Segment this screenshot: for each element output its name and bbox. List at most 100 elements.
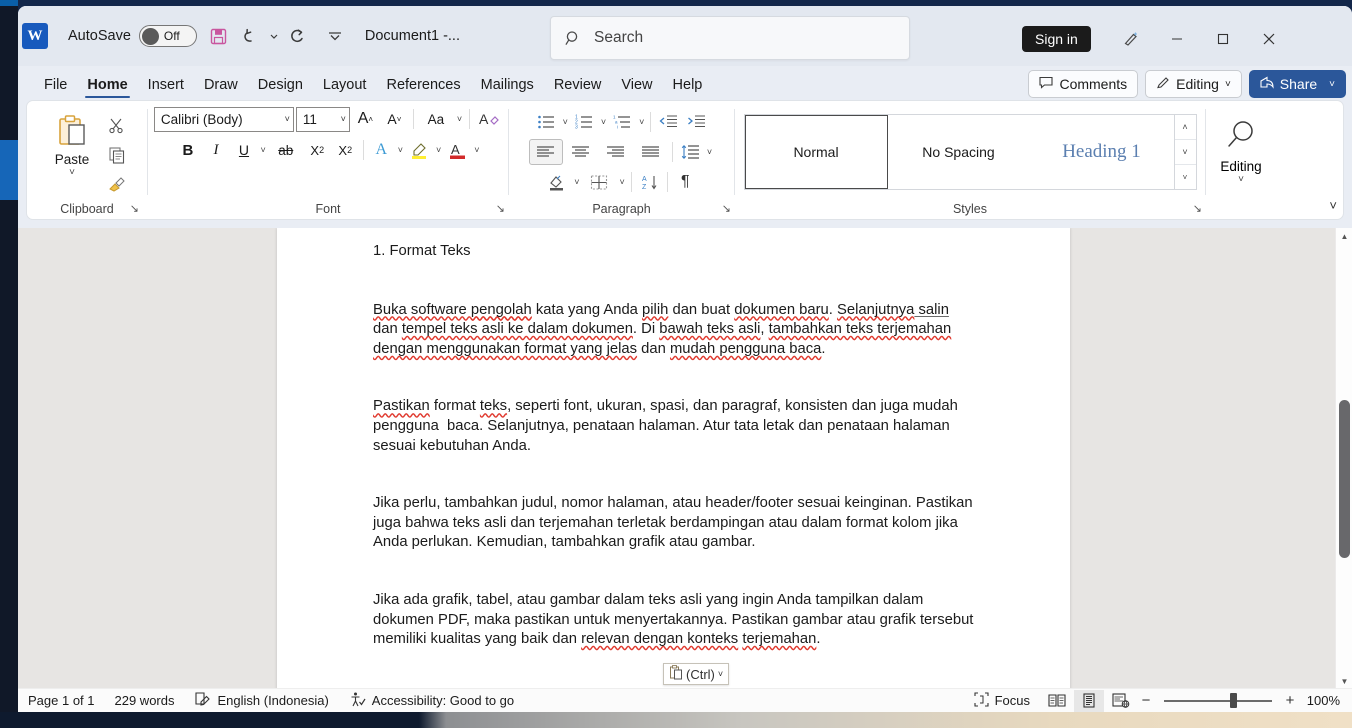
- tab-layout[interactable]: Layout: [313, 74, 377, 100]
- paste-button[interactable]: Paste ˅: [44, 110, 100, 196]
- editing-button[interactable]: Editing ˅: [1209, 106, 1273, 185]
- shrink-font-icon[interactable]: A ˅: [381, 106, 408, 132]
- undo-dropdown-caret-icon[interactable]: [267, 20, 281, 52]
- multilevel-chevron-down-icon[interactable]: ˅: [637, 117, 646, 127]
- font-name-input[interactable]: Calibri (Body) ˅: [153, 106, 294, 132]
- font-color-chevron-down-icon[interactable]: ˅: [472, 145, 481, 155]
- undo-icon[interactable]: [235, 20, 267, 52]
- word-count[interactable]: 229 words: [105, 689, 185, 712]
- align-left-icon[interactable]: [528, 139, 563, 165]
- web-layout-icon[interactable]: [1106, 690, 1136, 712]
- text-effects-icon[interactable]: A: [368, 137, 395, 163]
- line-spacing-chevron-down-icon[interactable]: ˅: [705, 147, 714, 157]
- zoom-slider[interactable]: [1164, 693, 1272, 709]
- bullets-chevron-down-icon[interactable]: ˅: [561, 117, 570, 127]
- redo-icon[interactable]: [281, 20, 313, 52]
- cut-scissors-icon[interactable]: [104, 114, 130, 138]
- tab-insert[interactable]: Insert: [138, 74, 194, 100]
- tab-references[interactable]: References: [376, 74, 470, 100]
- styles-more-icon[interactable]: ˅: [1175, 165, 1196, 189]
- underline-chevron-down-icon[interactable]: ˅: [258, 145, 267, 155]
- numbering-chevron-down-icon[interactable]: ˅: [599, 117, 608, 127]
- paste-options-button[interactable]: (Ctrl) ˅: [663, 663, 730, 685]
- copy-icon[interactable]: [104, 143, 130, 167]
- autosave-toggle[interactable]: Off: [138, 25, 197, 47]
- text-effects-chevron-down-icon[interactable]: ˅: [396, 145, 405, 155]
- close-icon[interactable]: [1246, 20, 1292, 58]
- align-center-icon[interactable]: [564, 139, 598, 165]
- proofing-status[interactable]: English (Indonesia): [184, 689, 338, 712]
- change-case-chevron-down-icon[interactable]: ˅: [455, 114, 464, 124]
- style-normal[interactable]: Normal: [744, 115, 888, 189]
- borders-chevron-down-icon[interactable]: ˅: [618, 177, 627, 187]
- decrease-indent-icon[interactable]: [655, 109, 682, 135]
- bold-button[interactable]: B: [174, 137, 201, 163]
- zoom-slider-thumb[interactable]: [1230, 693, 1237, 708]
- minimize-icon[interactable]: [1154, 20, 1200, 58]
- editing-mode-button[interactable]: Editing ˅: [1145, 70, 1242, 98]
- share-button[interactable]: Share ˅: [1248, 70, 1346, 98]
- tab-home[interactable]: Home: [77, 74, 137, 100]
- zoom-in-button[interactable]: +: [1282, 692, 1298, 709]
- styles-scroll-down-icon[interactable]: ˅: [1174, 140, 1196, 165]
- zoom-out-button[interactable]: −: [1138, 692, 1154, 709]
- font-dialog-launcher[interactable]: ↘: [496, 202, 505, 215]
- align-right-icon[interactable]: [599, 139, 633, 165]
- tab-view[interactable]: View: [611, 74, 662, 100]
- paragraph-dialog-launcher[interactable]: ↘: [722, 202, 731, 215]
- tab-mailings[interactable]: Mailings: [471, 74, 544, 100]
- pilcrow-icon[interactable]: ¶: [672, 169, 699, 195]
- collapse-ribbon-icon[interactable]: ˅: [1329, 198, 1337, 213]
- justify-icon[interactable]: [634, 139, 668, 165]
- zoom-level-label[interactable]: 100%: [1300, 693, 1340, 708]
- customize-quick-access-icon[interactable]: [319, 20, 351, 52]
- change-case-icon[interactable]: Aa: [419, 106, 453, 132]
- subscript-button[interactable]: X2: [304, 137, 331, 163]
- shading-icon[interactable]: [544, 169, 571, 195]
- search-input[interactable]: Search: [550, 16, 910, 60]
- print-layout-icon[interactable]: [1074, 689, 1104, 712]
- font-size-input[interactable]: 11 ˅: [295, 106, 350, 132]
- bullet-list-icon[interactable]: [533, 109, 560, 135]
- style-no-spacing[interactable]: No Spacing: [887, 115, 1031, 189]
- tab-file[interactable]: File: [34, 74, 77, 100]
- page-indicator[interactable]: Page 1 of 1: [18, 689, 105, 712]
- highlight-icon[interactable]: [406, 137, 433, 163]
- maximize-icon[interactable]: [1200, 20, 1246, 58]
- increase-indent-icon[interactable]: [683, 109, 710, 135]
- document-content[interactable]: 1. Format Teks Buka software pengolah ka…: [277, 228, 1070, 650]
- comments-button[interactable]: Comments: [1028, 70, 1139, 98]
- ribbon-display-options-icon[interactable]: [1108, 20, 1154, 58]
- scroll-up-arrow-icon[interactable]: ▲: [1336, 228, 1352, 245]
- tab-design[interactable]: Design: [248, 74, 313, 100]
- italic-button[interactable]: I: [202, 137, 229, 163]
- format-painter-icon[interactable]: [104, 172, 130, 196]
- styles-scroll-up-icon[interactable]: ˄: [1174, 115, 1196, 140]
- numbered-list-icon[interactable]: 123: [571, 109, 598, 135]
- highlight-chevron-down-icon[interactable]: ˅: [434, 145, 443, 155]
- shading-chevron-down-icon[interactable]: ˅: [572, 177, 581, 187]
- superscript-button[interactable]: X2: [332, 137, 359, 163]
- tab-draw[interactable]: Draw: [194, 74, 248, 100]
- clipboard-dialog-launcher[interactable]: ↘: [130, 202, 139, 215]
- strikethrough-button[interactable]: ab: [269, 137, 303, 163]
- tab-review[interactable]: Review: [544, 74, 612, 100]
- clear-formatting-icon[interactable]: A: [475, 106, 502, 132]
- scrollbar-thumb[interactable]: [1339, 400, 1350, 558]
- tab-help[interactable]: Help: [663, 74, 713, 100]
- save-icon[interactable]: [203, 20, 235, 52]
- sort-az-icon[interactable]: AZ: [636, 169, 663, 195]
- line-spacing-icon[interactable]: [677, 139, 704, 165]
- vertical-scrollbar[interactable]: ▲ ▼: [1335, 228, 1352, 690]
- underline-button[interactable]: U: [230, 137, 257, 163]
- borders-icon[interactable]: [583, 169, 617, 195]
- focus-mode-button[interactable]: Focus: [964, 691, 1040, 710]
- sign-in-button[interactable]: Sign in: [1022, 26, 1091, 52]
- read-mode-icon[interactable]: [1042, 690, 1072, 712]
- accessibility-status[interactable]: Accessibility: Good to go: [339, 689, 524, 712]
- style-heading-1[interactable]: Heading 1: [1030, 115, 1174, 189]
- multilevel-list-icon[interactable]: 1ai: [609, 109, 636, 135]
- grow-font-icon[interactable]: A ˄: [352, 106, 379, 132]
- font-color-icon[interactable]: A: [444, 137, 471, 163]
- document-page[interactable]: 1. Format Teks Buka software pengolah ka…: [277, 228, 1070, 690]
